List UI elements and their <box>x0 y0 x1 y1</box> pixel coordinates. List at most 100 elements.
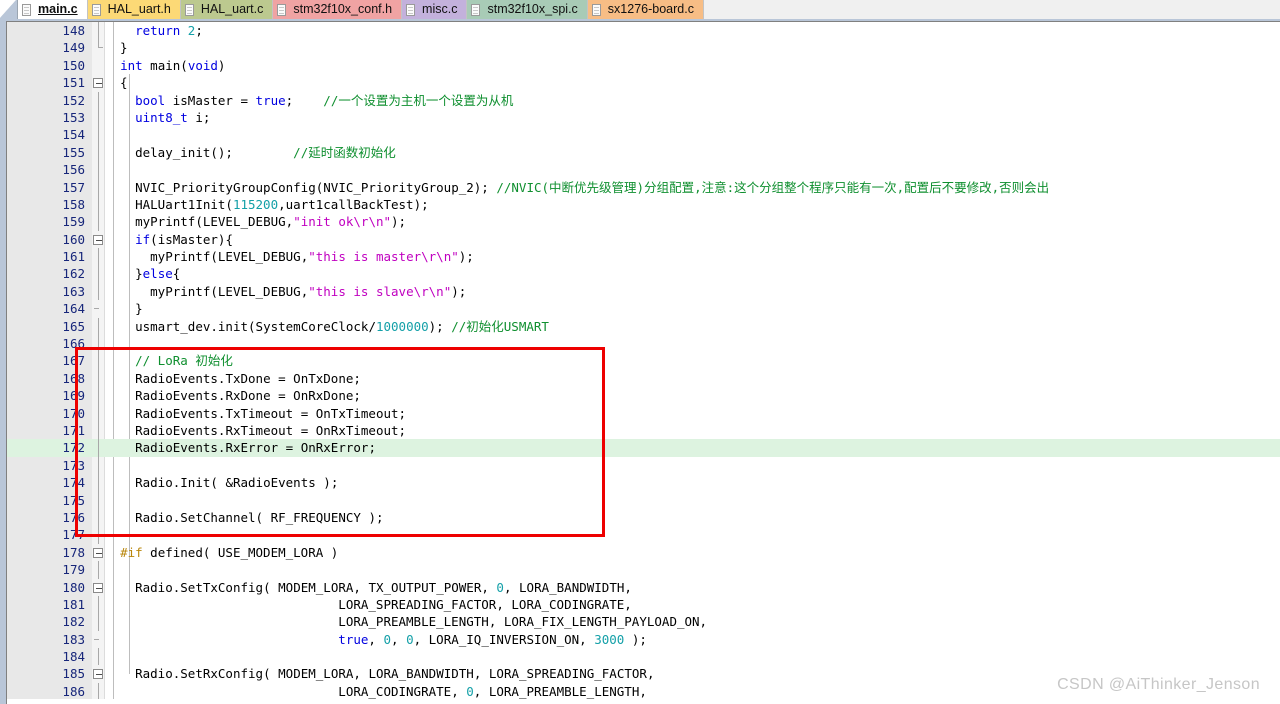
line-number: 163 <box>62 283 85 299</box>
editor-tab-hal-uart-h[interactable]: HAL_uart.h <box>87 0 181 19</box>
code-line[interactable]: 155 delay_init(); //延时函数初始化 <box>7 143 1280 162</box>
code-line[interactable]: 158 HALUart1Init(115200,uart1callBackTes… <box>7 195 1280 214</box>
line-number: 169 <box>62 388 85 404</box>
document-icon <box>277 3 287 16</box>
editor-tab-hal-uart-c[interactable]: HAL_uart.c <box>180 0 274 19</box>
code-line[interactable]: 169 RadioEvents.RxDone = OnRxDone; <box>7 387 1280 405</box>
code-line-text: bool isMaster = true; //一个设置为主机一个设置为从机 <box>135 92 514 108</box>
code-text-area[interactable]: 148 return 2; 149 } 150 int main(void) 151 … <box>7 22 1280 704</box>
fold-marker <box>92 282 105 301</box>
fold-marker <box>92 439 105 457</box>
fold-marker[interactable] <box>92 665 105 682</box>
code-line[interactable]: 166 <box>7 335 1280 353</box>
code-line[interactable]: 167 // LoRa 初始化 <box>7 352 1280 370</box>
tab-label: main.c <box>38 2 78 16</box>
code-line[interactable]: 184 <box>7 648 1280 666</box>
code-line[interactable]: 163 myPrintf(LEVEL_DEBUG,"this is slave\… <box>7 282 1280 301</box>
code-line[interactable]: 174 Radio.Init( &RadioEvents ); <box>7 474 1280 492</box>
fold-marker[interactable] <box>92 74 105 91</box>
code-line-text: Radio.Init( &RadioEvents ); <box>135 475 339 491</box>
code-line-text: RadioEvents.RxError = OnRxError; <box>135 440 376 456</box>
fold-marker <box>92 143 105 162</box>
code-line[interactable]: 171 RadioEvents.RxTimeout = OnRxTimeout; <box>7 421 1280 440</box>
document-icon <box>91 3 101 16</box>
code-line[interactable]: 151 { <box>7 74 1280 91</box>
code-line-text: HALUart1Init(115200,uart1callBackTest); <box>135 196 429 212</box>
tab-label: HAL_uart.c <box>200 2 264 16</box>
code-line-text: NVIC_PriorityGroupConfig(NVIC_PriorityGr… <box>135 179 1050 195</box>
editor-outer-frame: 148 return 2; 149 } 150 int main(void) 151 … <box>0 19 1280 704</box>
document-icon <box>406 3 416 16</box>
line-number: 176 <box>62 509 85 525</box>
code-line[interactable]: 164 } <box>7 300 1280 317</box>
fold-marker <box>92 387 105 405</box>
code-line[interactable]: 159 myPrintf(LEVEL_DEBUG,"init ok\r\n"); <box>7 213 1280 231</box>
code-line[interactable]: 156 <box>7 161 1280 179</box>
code-line[interactable]: 152 bool isMaster = true; //一个设置为主机一个设置为… <box>7 91 1280 109</box>
line-number: 173 <box>62 457 85 473</box>
code-line[interactable]: 183 true, 0, 0, LORA_IQ_INVERSION_ON, 30… <box>7 631 1280 648</box>
tab-label: stm32f10x_conf.h <box>293 2 393 16</box>
fold-marker <box>92 595 105 614</box>
code-line-text: Radio.SetChannel( RF_FREQUENCY ); <box>135 509 384 525</box>
editor-tab-misc-c[interactable]: misc.c <box>402 0 468 19</box>
editor-frame: 148 return 2; 149 } 150 int main(void) 151 … <box>6 21 1280 704</box>
code-line[interactable]: 153 uint8_t i; <box>7 108 1280 127</box>
line-number: 150 <box>62 57 85 73</box>
line-number: 156 <box>62 162 85 178</box>
code-line[interactable]: 149 } <box>7 39 1280 56</box>
document-icon <box>471 3 481 16</box>
fold-marker <box>92 300 105 317</box>
editor-tab-sx1276-board-c[interactable]: sx1276-board.c <box>587 0 704 19</box>
code-line[interactable]: 172 RadioEvents.RxError = OnRxError; <box>7 439 1280 457</box>
fold-marker[interactable] <box>92 579 105 596</box>
fold-marker <box>92 421 105 440</box>
fold-marker[interactable] <box>92 544 105 561</box>
line-number: 167 <box>62 353 85 369</box>
code-line[interactable]: 178 #if defined( USE_MODEM_LORA ) <box>7 544 1280 561</box>
tabbar-empty-space <box>703 0 1280 19</box>
editor-tab-main-c[interactable]: main.c <box>18 0 88 19</box>
code-line-text: #if defined( USE_MODEM_LORA ) <box>120 544 339 560</box>
fold-marker <box>92 335 105 353</box>
fold-marker <box>92 22 105 40</box>
code-line[interactable]: 161 myPrintf(LEVEL_DEBUG,"this is master… <box>7 248 1280 266</box>
fold-marker <box>92 526 105 544</box>
editor-tab-stm32f10x-spi-c[interactable]: stm32f10x_spi.c <box>467 0 588 19</box>
line-number: 170 <box>62 405 85 421</box>
code-line[interactable]: 150 int main(void) <box>7 57 1280 74</box>
code-line[interactable]: 168 RadioEvents.TxDone = OnTxDone; <box>7 369 1280 388</box>
code-line[interactable]: 179 <box>7 561 1280 579</box>
line-number: 161 <box>62 249 85 265</box>
code-line[interactable]: 175 <box>7 491 1280 509</box>
code-line[interactable]: 170 RadioEvents.TxTimeout = OnTxTimeout; <box>7 404 1280 422</box>
code-line[interactable]: 181 LORA_SPREADING_FACTOR, LORA_CODINGRA… <box>7 595 1280 614</box>
code-line-text: Radio.SetRxConfig( MODEM_LORA, LORA_BAND… <box>135 666 655 682</box>
fold-marker <box>92 265 105 283</box>
code-line[interactable]: 165 usmart_dev.init(SystemCoreClock/1000… <box>7 317 1280 336</box>
fold-marker <box>92 508 105 527</box>
tab-label: misc.c <box>422 2 458 16</box>
code-line[interactable]: 157 NVIC_PriorityGroupConfig(NVIC_Priori… <box>7 178 1280 196</box>
line-number: 178 <box>62 544 85 560</box>
code-line[interactable]: 154 <box>7 126 1280 144</box>
code-line[interactable]: 176 Radio.SetChannel( RF_FREQUENCY ); <box>7 508 1280 527</box>
code-line[interactable]: 180 Radio.SetTxConfig( MODEM_LORA, TX_OU… <box>7 579 1280 596</box>
fold-marker <box>92 352 105 370</box>
code-line[interactable]: 148 return 2; <box>7 22 1280 40</box>
code-line[interactable]: 173 <box>7 456 1280 475</box>
tabbar-corner <box>0 0 18 19</box>
tab-label: HAL_uart.h <box>107 2 171 16</box>
editor-tab-stm32f10x-conf-h[interactable]: stm32f10x_conf.h <box>273 0 403 19</box>
code-line[interactable]: 160 if(isMaster){ <box>7 231 1280 248</box>
code-line[interactable]: 177 <box>7 526 1280 544</box>
code-line[interactable]: 162 }else{ <box>7 265 1280 283</box>
line-number: 155 <box>62 144 85 160</box>
line-number: 177 <box>62 527 85 543</box>
code-line[interactable]: 182 LORA_PREAMBLE_LENGTH, LORA_FIX_LENGT… <box>7 613 1280 631</box>
fold-marker[interactable] <box>92 231 105 248</box>
line-number: 154 <box>62 127 85 143</box>
code-line-text: LORA_CODINGRATE, 0, LORA_PREAMBLE_LENGTH… <box>338 683 647 699</box>
line-number: 148 <box>62 23 85 38</box>
fold-marker <box>92 317 105 336</box>
